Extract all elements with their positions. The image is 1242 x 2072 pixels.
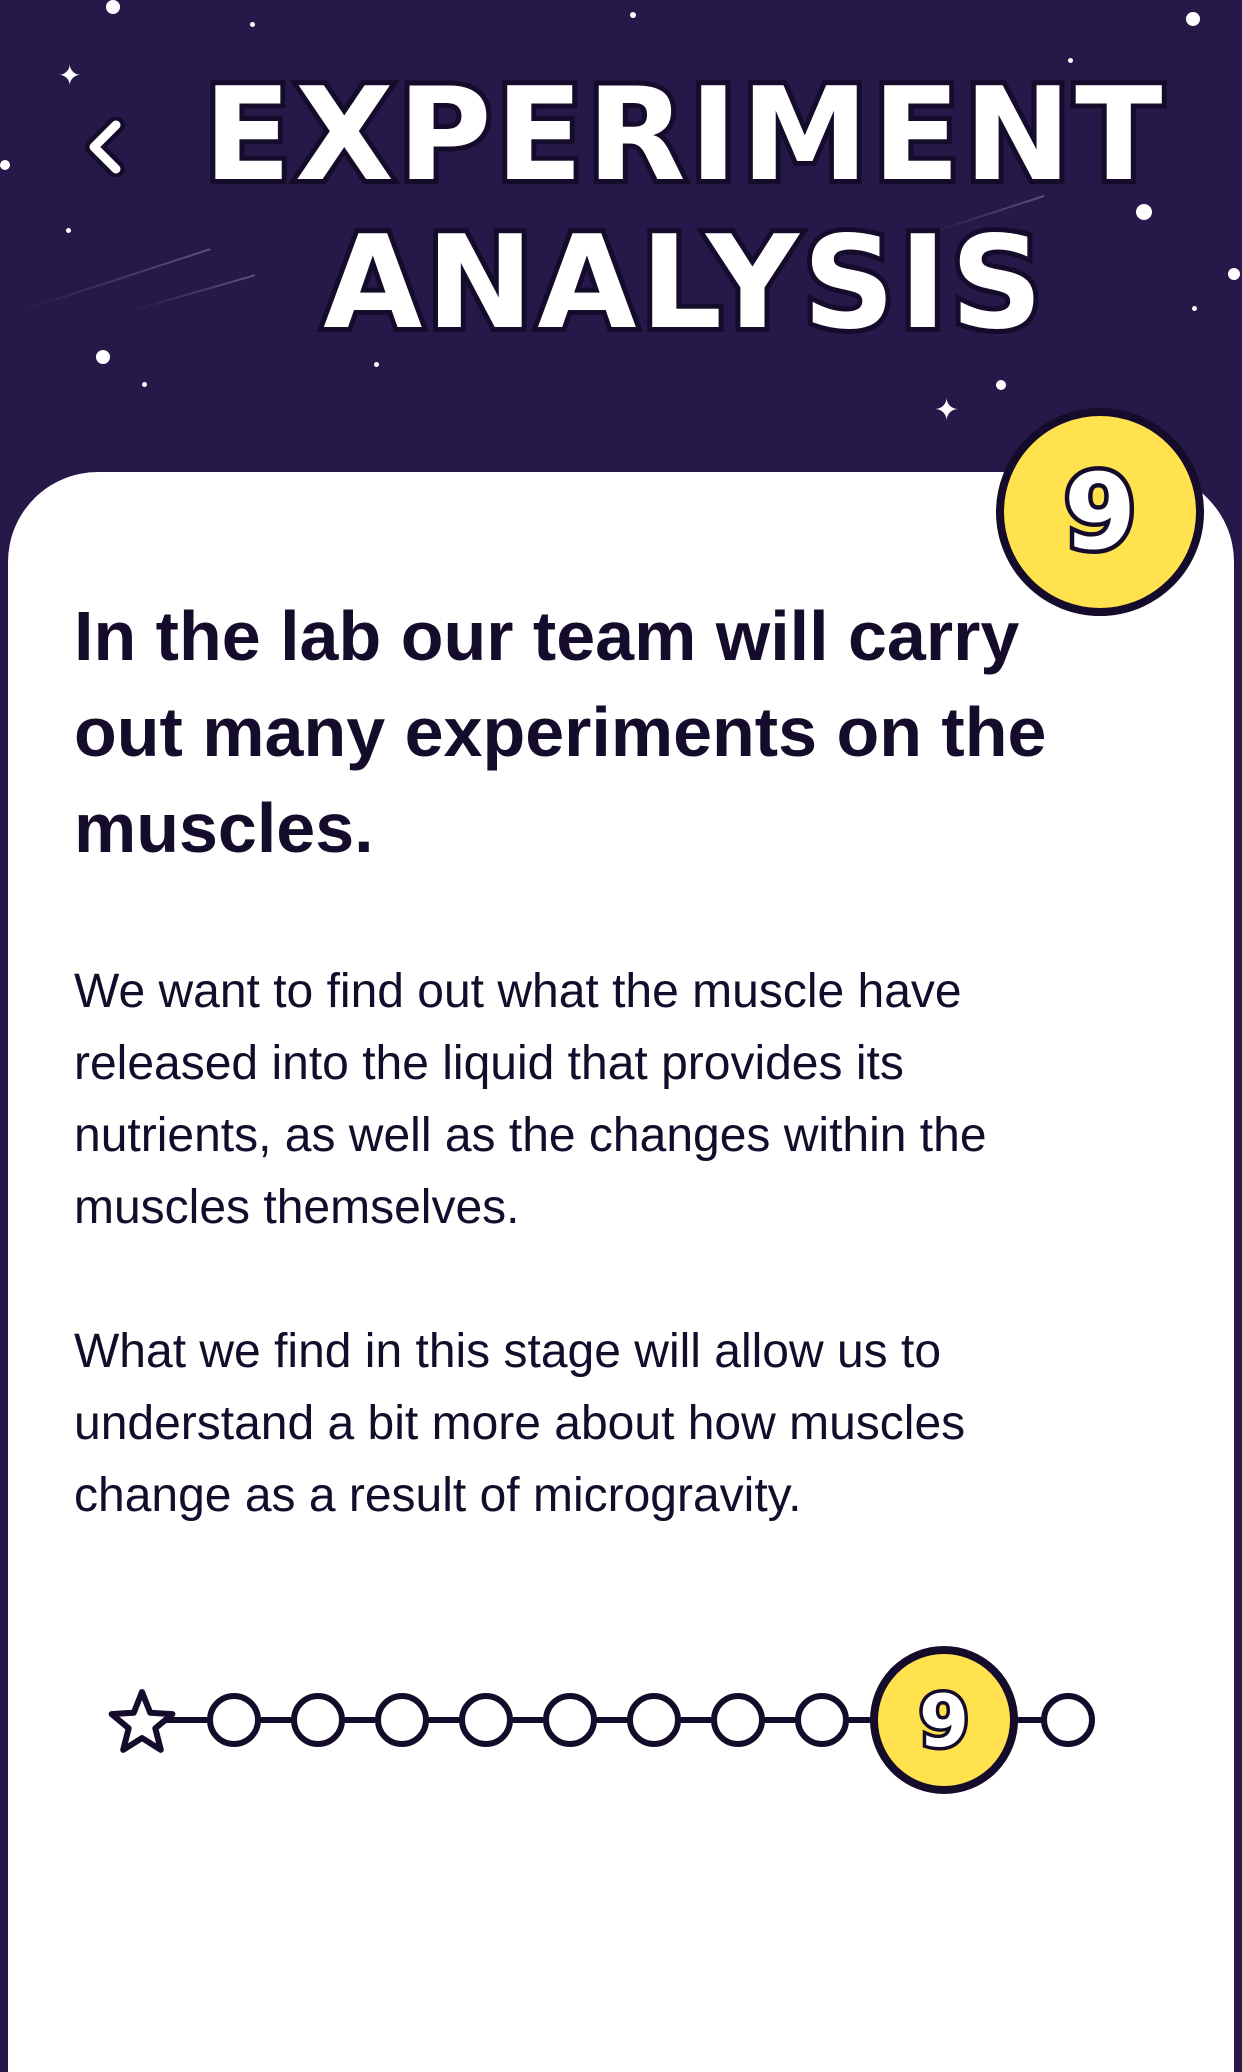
content-paragraph-1: We want to find out what the muscle have… (74, 965, 987, 1234)
star-dot (0, 160, 10, 170)
stage-number-badge: 9 (996, 408, 1204, 616)
star-dot (250, 22, 255, 27)
page-title-line-1: Experiment (199, 57, 1168, 215)
progress-step (459, 1693, 513, 1747)
star-dot (630, 12, 636, 18)
star-dot (1228, 268, 1240, 280)
star-dot (142, 382, 147, 387)
progress-step (711, 1693, 765, 1747)
star-icon (108, 1689, 176, 1753)
content-heading: In the lab our team will carry out many … (74, 597, 1047, 867)
progress-step-current-label: 9 (919, 1679, 969, 1763)
star-dot (66, 228, 71, 233)
sparkle-icon: ✦ (58, 59, 82, 92)
progress-step (795, 1693, 849, 1747)
progress-step (375, 1693, 429, 1747)
back-button[interactable] (74, 112, 134, 182)
star-dot (996, 380, 1006, 390)
star-dot (96, 350, 110, 364)
stage-progress-track: 9 (108, 1646, 1095, 1794)
progress-step (291, 1693, 345, 1747)
progress-step (627, 1693, 681, 1747)
progress-step (543, 1693, 597, 1747)
page-title: Experiment Analysis (160, 57, 1210, 363)
content-paragraph-2: What we find in this stage will allow us… (74, 1325, 966, 1522)
star-dot (1186, 12, 1200, 26)
chevron-left-icon (85, 117, 125, 177)
progress-step (1041, 1693, 1095, 1747)
stage-progress: 9 (100, 1640, 1160, 1800)
page-title-line-2: Analysis (318, 205, 1048, 363)
progress-step (207, 1693, 261, 1747)
stage-number: 9 (1059, 451, 1140, 573)
star-dot (106, 0, 120, 14)
sparkle-icon: ✦ (934, 393, 960, 428)
star-dot (374, 362, 379, 367)
